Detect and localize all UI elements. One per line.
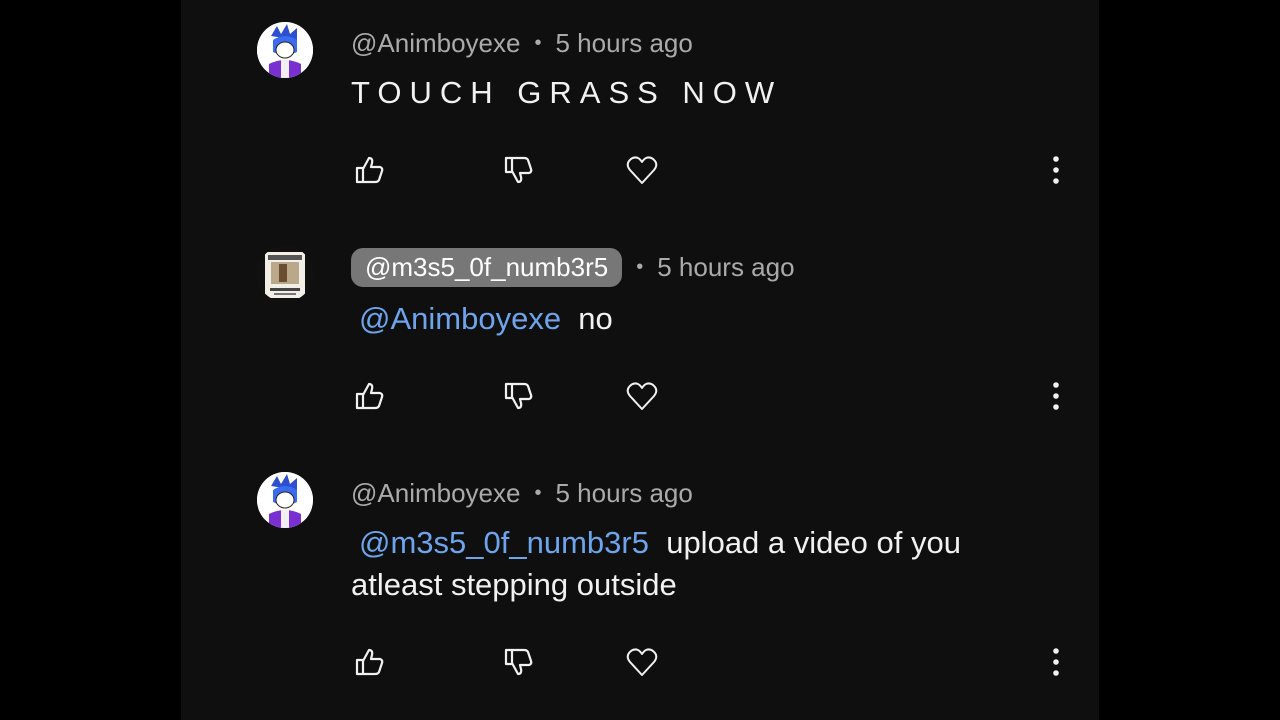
heart-button[interactable]	[622, 642, 662, 682]
mention-link[interactable]: @Animboyexe	[359, 301, 561, 336]
avatar[interactable]	[257, 246, 313, 302]
animboy-avatar-icon	[257, 22, 313, 78]
dislike-button[interactable]	[499, 642, 539, 682]
thumbs-down-icon	[504, 156, 533, 184]
animboy-avatar-icon	[257, 472, 313, 528]
reply-text: no	[578, 301, 613, 336]
like-button[interactable]	[350, 642, 390, 682]
separator-dot: •	[534, 32, 542, 54]
separator-dot: •	[636, 256, 644, 278]
dislike-button[interactable]	[499, 376, 539, 416]
avatar[interactable]	[257, 22, 313, 78]
avatar[interactable]	[257, 472, 313, 528]
author-name[interactable]: @Animboyexe	[351, 28, 520, 59]
timestamp[interactable]: 5 hours ago	[657, 252, 794, 283]
mention-link[interactable]: @m3s5_0f_numb3r5	[359, 525, 649, 560]
more-vert-icon	[1053, 156, 1059, 184]
more-vert-icon	[1053, 648, 1059, 676]
heart-button[interactable]	[622, 376, 662, 416]
comment-actions	[181, 150, 1099, 190]
thumbs-up-icon	[355, 382, 384, 410]
dislike-button[interactable]	[499, 150, 539, 190]
comments-panel: @Animboyexe • 5 hours ago TOUCH GRASS NO…	[181, 0, 1099, 720]
heart-icon	[626, 156, 658, 184]
thumbs-down-icon	[504, 382, 533, 410]
timestamp[interactable]: 5 hours ago	[556, 28, 693, 59]
comment-meta: @m3s5_0f_numb3r5 • 5 hours ago	[351, 248, 795, 287]
more-vert-icon	[1053, 382, 1059, 410]
author-name[interactable]: @Animboyexe	[351, 478, 520, 509]
author-name-highlighted[interactable]: @m3s5_0f_numb3r5	[351, 248, 623, 287]
more-options-button[interactable]	[1036, 642, 1076, 682]
comment-actions	[181, 376, 1099, 416]
comment-meta: @Animboyexe • 5 hours ago	[351, 478, 693, 509]
more-options-button[interactable]	[1036, 376, 1076, 416]
comment-text: @m3s5_0f_numb3r5 upload a video of you a…	[351, 522, 1051, 606]
heart-icon	[626, 648, 658, 676]
thumbs-up-icon	[355, 156, 384, 184]
meme-avatar-icon	[257, 246, 313, 302]
comment-text: TOUCH GRASS NOW	[351, 75, 783, 110]
comment-text: @Animboyexe no	[351, 298, 1051, 340]
comment-actions	[181, 642, 1099, 682]
comment-meta: @Animboyexe • 5 hours ago	[351, 28, 693, 59]
thumbs-up-icon	[355, 648, 384, 676]
like-button[interactable]	[350, 150, 390, 190]
like-button[interactable]	[350, 376, 390, 416]
separator-dot: •	[534, 482, 542, 504]
thumbs-down-icon	[504, 648, 533, 676]
more-options-button[interactable]	[1036, 150, 1076, 190]
timestamp[interactable]: 5 hours ago	[556, 478, 693, 509]
heart-button[interactable]	[622, 150, 662, 190]
heart-icon	[626, 382, 658, 410]
